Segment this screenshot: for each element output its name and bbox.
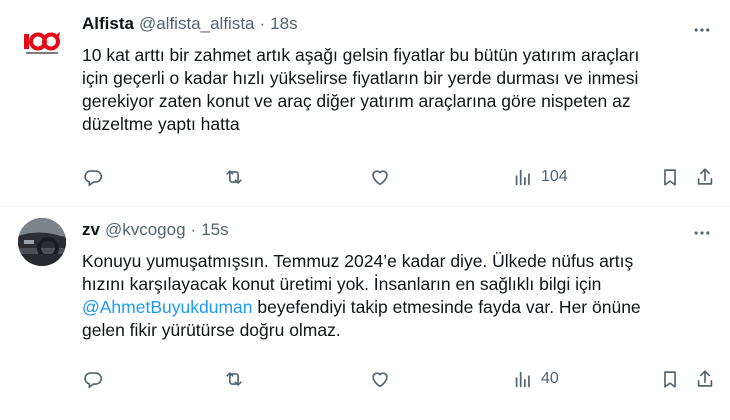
tweet-actions: 40 <box>82 368 722 392</box>
timestamp[interactable]: 15s <box>201 220 228 240</box>
bookmark-button[interactable] <box>659 368 681 390</box>
bookmark-icon <box>664 169 676 186</box>
tweet-text-line: hızını karşılayacak konut üretimi yok. İ… <box>82 274 602 294</box>
share-button[interactable] <box>694 166 716 188</box>
author-name[interactable]: Alfista <box>82 14 134 34</box>
views-button[interactable]: 40 <box>512 368 559 390</box>
tweet-text-line: Konuyu yumuşatmışsın. Temmuz 2024’e kada… <box>82 251 634 271</box>
separator: · <box>259 14 266 33</box>
author-name[interactable]: zv <box>82 220 100 240</box>
tweet-header: Alfista @alfista_alfista · 18s <box>82 14 298 34</box>
retweet-button[interactable] <box>223 368 245 390</box>
author-handle[interactable]: @alfista_alfista <box>139 14 255 34</box>
tweet-text-line: için geçerli o kadar hızlı yükselirse fi… <box>82 68 639 88</box>
avatar[interactable] <box>18 18 66 66</box>
heart-icon <box>372 372 388 388</box>
like-button[interactable] <box>369 166 391 188</box>
retweet-button[interactable] <box>223 166 245 188</box>
reply-button[interactable] <box>82 368 104 390</box>
reply-icon <box>84 170 102 187</box>
analytics-icon <box>515 169 530 186</box>
avatar[interactable] <box>18 218 66 266</box>
heart-icon <box>372 170 388 186</box>
bookmark-icon <box>664 371 676 388</box>
tweet-text: Konuyu yumuşatmışsın. Temmuz 2024’e kada… <box>82 250 712 342</box>
tweet-text-fragment: beyefendiyi takip etmesinde fayda var. H… <box>252 297 641 317</box>
car-interior-photo-icon <box>18 218 66 266</box>
tweet[interactable]: Alfista @alfista_alfista · 18s 10 kat ar… <box>0 0 730 207</box>
tweet-actions: 104 <box>82 166 722 190</box>
reply-icon <box>84 372 102 389</box>
retweet-icon <box>226 372 242 386</box>
tweet-header: zv @kvcogog · 15s <box>82 220 229 240</box>
author-handle[interactable]: @kvcogog <box>105 220 186 240</box>
analytics-icon <box>515 371 530 388</box>
tweet[interactable]: zv @kvcogog · 15s Konuyu yumuşatmışsın. … <box>0 207 730 419</box>
share-button[interactable] <box>694 368 716 390</box>
views-button[interactable]: 104 <box>512 166 568 188</box>
tweet-text-line: 10 kat arttı bir zahmet artık aşağı gels… <box>82 45 640 65</box>
100th-anniversary-logo-icon <box>18 18 66 66</box>
like-button[interactable] <box>369 368 391 390</box>
views-count: 40 <box>541 370 559 387</box>
tweet-text-line: düzeltme yaptı hatta <box>82 114 240 134</box>
retweet-icon <box>226 170 242 184</box>
bookmark-button[interactable] <box>659 166 681 188</box>
user-mention-link[interactable]: @AhmetBuyukduman <box>82 297 253 317</box>
tweet-text: 10 kat arttı bir zahmet artık aşağı gels… <box>82 44 712 136</box>
views-count: 104 <box>541 168 568 185</box>
tweet-text-line: @AhmetBuyukduman beyefendiyi takip etmes… <box>82 296 712 319</box>
timestamp[interactable]: 18s <box>270 14 297 34</box>
more-options-icon[interactable] <box>690 221 714 245</box>
tweet-text-line: gerekiyor zaten konut ve araç diğer yatı… <box>82 91 631 111</box>
separator: · <box>190 220 197 239</box>
reply-button[interactable] <box>82 166 104 188</box>
share-icon <box>697 168 713 185</box>
share-icon <box>697 370 713 387</box>
tweet-text-line: gelen fikir yürütürse doğru olmaz. <box>82 320 341 340</box>
more-options-icon[interactable] <box>690 18 714 42</box>
